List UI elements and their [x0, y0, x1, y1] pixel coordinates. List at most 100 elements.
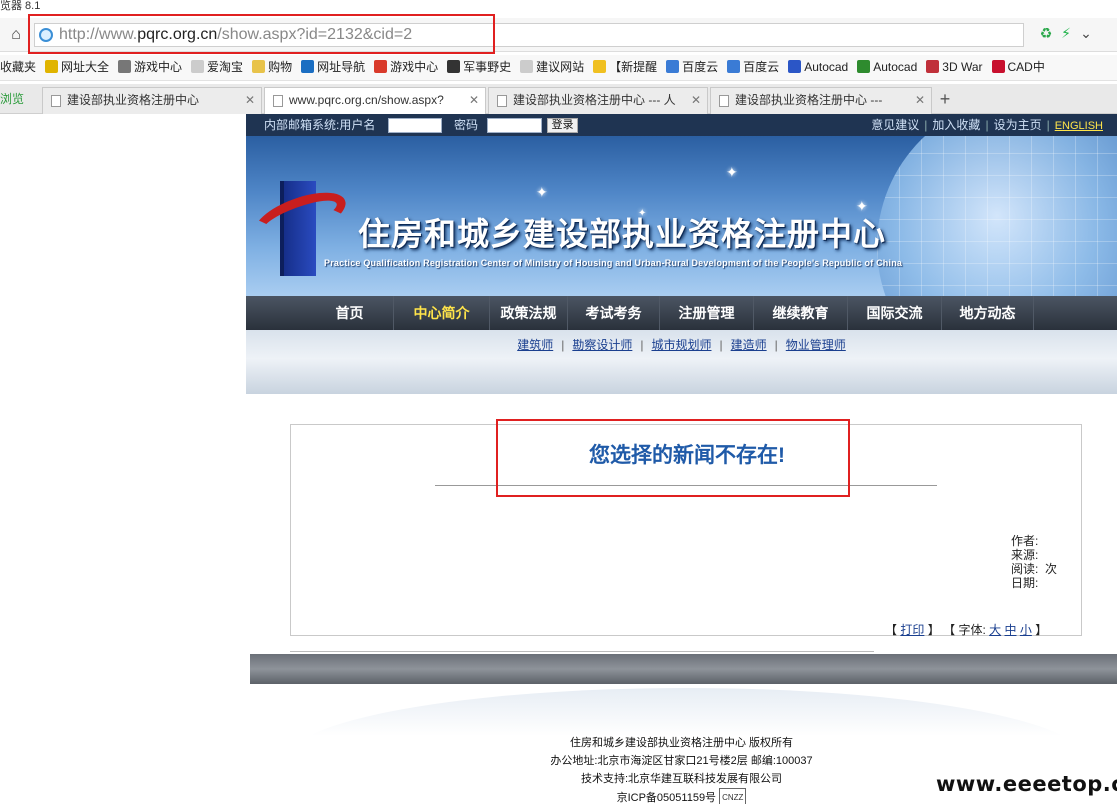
bookmark-item[interactable]: CAD中 [991, 55, 1045, 79]
login-label: 内部邮箱系统:用户名 [264, 118, 376, 132]
nav-home[interactable]: 首页 [306, 296, 394, 330]
subnav-property-manager[interactable]: 物业管理师 [786, 338, 846, 352]
tab-bar: 浏览 建设部执业资格注册中心 ✕ www.pqrc.org.cn/show.asp… [0, 84, 1117, 114]
bookmark-item[interactable]: 百度云 [727, 55, 779, 79]
bookmark-label: 百度云 [682, 60, 719, 74]
bookmark-item[interactable]: Autocad [857, 55, 917, 79]
username-input[interactable] [388, 118, 442, 133]
font-medium-link[interactable]: 中 [1004, 623, 1016, 637]
nav-registration[interactable]: 注册管理 [660, 296, 754, 330]
nav-about[interactable]: 中心简介 [394, 296, 490, 330]
tab-label: 建设部执业资格注册中心 --- 人 [513, 93, 676, 107]
bookmark-item[interactable]: 网址导航 [301, 55, 365, 79]
bookmark-item[interactable]: 建议网站 [520, 55, 584, 79]
cnzz-badge[interactable]: CNZZ [719, 788, 747, 804]
bookmark-label: 网址大全 [61, 60, 110, 74]
tab-1[interactable]: 建设部执业资格注册中心 ✕ [42, 87, 262, 114]
english-link[interactable]: ENGLISH [1055, 120, 1103, 132]
bookmarks-bar: 收藏夹 网址大全 游戏中心 爱淘宝 购物 网址导航 游戏中心 军事野史 建议网站 【新提醒 百度云 百… [0, 55, 1117, 81]
print-link[interactable]: 打印 [900, 623, 924, 637]
bookmark-label: 游戏中心 [134, 60, 183, 74]
nav-education[interactable]: 继续教育 [754, 296, 848, 330]
tab-2-active[interactable]: www.pqrc.org.cn/show.aspx? ✕ [264, 87, 486, 114]
subnav-survey-designer[interactable]: 勘察设计师 [572, 338, 632, 352]
tab-label: 建设部执业资格注册中心 [67, 93, 200, 107]
feedback-link[interactable]: 意见建议 [871, 118, 919, 132]
lightning-icon[interactable]: ⚡ [1056, 25, 1076, 42]
sub-nav: 建筑师 | 勘察设计师 | 城市规划师 | 建造师 | 物业管理师 [246, 330, 1117, 394]
bookmark-icon [727, 60, 741, 73]
bookmark-icon [593, 60, 607, 73]
close-icon[interactable]: ✕ [915, 88, 925, 113]
footer-copyright: 住房和城乡建设部执业资格注册中心 版权所有 [569, 737, 794, 749]
bookmark-item[interactable]: 网址大全 [45, 55, 109, 79]
login-button[interactable]: 登录 [547, 118, 578, 133]
bookmark-label: 建议网站 [536, 60, 585, 74]
bookmark-label: Autocad [873, 60, 918, 74]
nav-international[interactable]: 国际交流 [848, 296, 942, 330]
password-input[interactable] [487, 118, 542, 133]
bookmark-item[interactable]: 百度云 [666, 55, 718, 79]
site-banner: ✦ ✦ ✦ ✦ 住房和城乡建设部执业资格注册中心 Practice Qualif… [246, 136, 1117, 296]
nav-policy[interactable]: 政策法规 [490, 296, 568, 330]
page-icon [51, 95, 61, 107]
banner-subtitle: Practice Qualification Registration Cent… [324, 258, 903, 268]
bookmark-icon [118, 60, 132, 73]
bookmark-item[interactable]: Autocad [788, 55, 848, 79]
bookmark-item[interactable]: 购物 [252, 55, 292, 79]
page-icon [273, 95, 283, 107]
bookmark-icon [926, 60, 940, 73]
banner-title: 住房和城乡建设部执业资格注册中心 [358, 215, 887, 253]
nav-exam[interactable]: 考试考务 [568, 296, 660, 330]
bookmark-item[interactable]: 游戏中心 [374, 55, 438, 79]
bookmark-item[interactable]: 【新提醒 [593, 55, 657, 79]
watermark: www.eeeetop.com [936, 772, 1117, 796]
bookmark-label: Autocad [804, 60, 849, 74]
bookmark-item[interactable]: 收藏夹 [0, 55, 36, 79]
bookmark-icon [991, 60, 1005, 73]
close-icon[interactable]: ✕ [245, 88, 255, 113]
set-homepage-link[interactable]: 设为主页 [994, 118, 1042, 132]
close-icon[interactable]: ✕ [469, 88, 479, 113]
close-icon[interactable]: ✕ [691, 88, 701, 113]
bookmark-icon [374, 60, 388, 73]
address-tools: ♻ ⚡ ⌄ [1036, 25, 1116, 45]
meta-author: 作者: [1011, 534, 1039, 548]
footer-band [250, 654, 1117, 684]
message-annotation-box [496, 419, 850, 497]
add-favorite-link[interactable]: 加入收藏 [932, 118, 980, 132]
bookmark-icon [666, 60, 680, 73]
bookmark-item[interactable]: 游戏中心 [118, 55, 182, 79]
bookmark-item[interactable]: 军事野史 [447, 55, 511, 79]
subnav-architect[interactable]: 建筑师 [517, 338, 553, 352]
tab-3[interactable]: 建设部执业资格注册中心 --- 人 ✕ [488, 87, 708, 114]
bookmark-label: CAD中 [1007, 60, 1045, 74]
article-meta: 作者: 来源: 阅读: 次 日期: [1011, 534, 1081, 590]
bookmark-label: 网址导航 [317, 60, 366, 74]
font-large-link[interactable]: 大 [989, 623, 1001, 637]
refresh-icon[interactable]: ♻ [1036, 25, 1056, 42]
page-icon [719, 95, 729, 107]
home-icon[interactable]: ⌂ [6, 25, 26, 45]
bookmark-icon [447, 60, 461, 73]
url-annotation-box [28, 14, 495, 54]
bookmark-icon [45, 60, 59, 73]
nav-local-news[interactable]: 地方动态 [942, 296, 1034, 330]
subnav-constructor[interactable]: 建造师 [731, 338, 767, 352]
new-tab-button[interactable]: + [934, 88, 956, 110]
chevron-down-icon[interactable]: ⌄ [1076, 25, 1096, 42]
bookmark-icon [520, 60, 534, 73]
top-strip: 内部邮箱系统:用户名 密码 登录 意见建议 | 加入收藏 | 设为主页 | ENGLISH [246, 114, 1117, 136]
password-label: 密码 [454, 118, 479, 132]
bookmark-item[interactable]: 3D War [926, 55, 983, 79]
subnav-urban-planner[interactable]: 城市规划师 [651, 338, 711, 352]
bookmark-label: 爱淘宝 [207, 60, 244, 74]
tab-side-label[interactable]: 浏览 [0, 84, 40, 114]
bookmark-icon [252, 60, 266, 73]
bookmark-item[interactable]: 爱淘宝 [191, 55, 243, 79]
font-small-link[interactable]: 小 [1020, 623, 1032, 637]
tab-4[interactable]: 建设部执业资格注册中心 --- ✕ [710, 87, 932, 114]
footer-address: 办公地址:北京市海淀区甘家口21号楼2层 邮编:100037 [550, 755, 813, 767]
bottom-divider [290, 651, 874, 652]
tab-label: 建设部执业资格注册中心 --- [735, 93, 883, 107]
